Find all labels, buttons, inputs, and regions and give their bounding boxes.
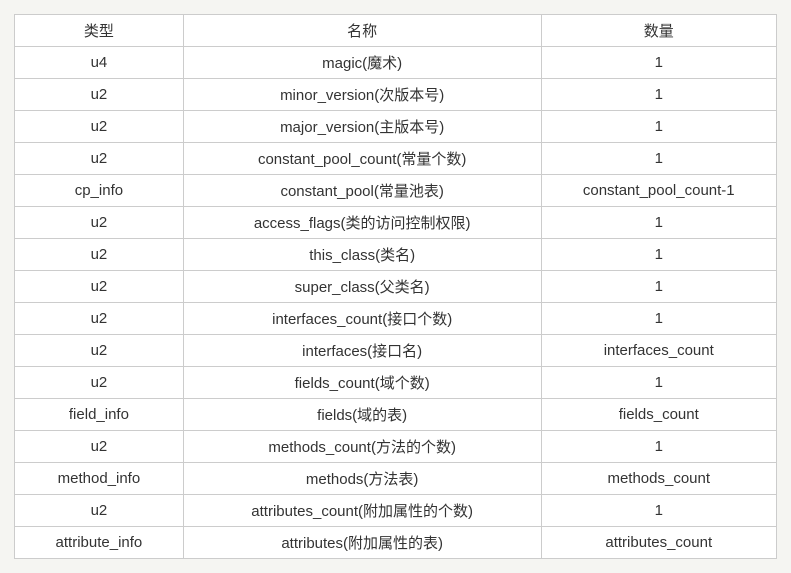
cell-type: u2 (15, 111, 184, 143)
header-quantity: 数量 (541, 15, 777, 47)
cell-type: u2 (15, 271, 184, 303)
cell-type: u2 (15, 207, 184, 239)
cell-type: u2 (15, 79, 184, 111)
cell-name: methods(方法表) (183, 463, 541, 495)
table-row: u2super_class(父类名)1 (15, 271, 777, 303)
cell-quantity: 1 (541, 47, 777, 79)
cell-name: attributes_count(附加属性的个数) (183, 495, 541, 527)
cell-name: this_class(类名) (183, 239, 541, 271)
cell-type: u2 (15, 239, 184, 271)
cell-quantity: 1 (541, 111, 777, 143)
cell-quantity: 1 (541, 143, 777, 175)
table-row: u2major_version(主版本号)1 (15, 111, 777, 143)
table-header-row: 类型 名称 数量 (15, 15, 777, 47)
cell-quantity: methods_count (541, 463, 777, 495)
table-row: u4magic(魔术)1 (15, 47, 777, 79)
table-row: u2methods_count(方法的个数)1 (15, 431, 777, 463)
table-row: field_infofields(域的表)fields_count (15, 399, 777, 431)
cell-type: u2 (15, 303, 184, 335)
cell-name: major_version(主版本号) (183, 111, 541, 143)
cell-quantity: attributes_count (541, 527, 777, 559)
cell-type: u4 (15, 47, 184, 79)
cell-name: magic(魔术) (183, 47, 541, 79)
cell-name: interfaces_count(接口个数) (183, 303, 541, 335)
cell-quantity: 1 (541, 431, 777, 463)
cell-type: u2 (15, 431, 184, 463)
cell-quantity: constant_pool_count-1 (541, 175, 777, 207)
cell-name: fields(域的表) (183, 399, 541, 431)
cell-name: fields_count(域个数) (183, 367, 541, 399)
cell-quantity: 1 (541, 239, 777, 271)
table-row: u2minor_version(次版本号)1 (15, 79, 777, 111)
cell-quantity: 1 (541, 271, 777, 303)
cell-quantity: 1 (541, 367, 777, 399)
table-row: u2attributes_count(附加属性的个数)1 (15, 495, 777, 527)
cell-type: attribute_info (15, 527, 184, 559)
table-row: u2constant_pool_count(常量个数)1 (15, 143, 777, 175)
table-row: u2fields_count(域个数)1 (15, 367, 777, 399)
cell-name: constant_pool(常量池表) (183, 175, 541, 207)
cell-quantity: 1 (541, 207, 777, 239)
header-type: 类型 (15, 15, 184, 47)
cell-type: cp_info (15, 175, 184, 207)
cell-name: super_class(父类名) (183, 271, 541, 303)
cell-quantity: 1 (541, 79, 777, 111)
cell-name: interfaces(接口名) (183, 335, 541, 367)
cell-name: access_flags(类的访问控制权限) (183, 207, 541, 239)
cell-name: constant_pool_count(常量个数) (183, 143, 541, 175)
class-file-structure-table: 类型 名称 数量 u4magic(魔术)1u2minor_version(次版本… (14, 14, 777, 559)
cell-type: method_info (15, 463, 184, 495)
table-row: u2access_flags(类的访问控制权限)1 (15, 207, 777, 239)
cell-quantity: 1 (541, 495, 777, 527)
table-row: u2interfaces(接口名)interfaces_count (15, 335, 777, 367)
cell-type: u2 (15, 335, 184, 367)
cell-name: methods_count(方法的个数) (183, 431, 541, 463)
table-row: cp_infoconstant_pool(常量池表)constant_pool_… (15, 175, 777, 207)
cell-type: field_info (15, 399, 184, 431)
cell-type: u2 (15, 143, 184, 175)
cell-quantity: interfaces_count (541, 335, 777, 367)
cell-type: u2 (15, 495, 184, 527)
table-body: u4magic(魔术)1u2minor_version(次版本号)1u2majo… (15, 47, 777, 559)
cell-name: minor_version(次版本号) (183, 79, 541, 111)
cell-quantity: fields_count (541, 399, 777, 431)
table-row: u2interfaces_count(接口个数)1 (15, 303, 777, 335)
table-row: method_infomethods(方法表)methods_count (15, 463, 777, 495)
cell-name: attributes(附加属性的表) (183, 527, 541, 559)
table-row: attribute_infoattributes(附加属性的表)attribut… (15, 527, 777, 559)
table-row: u2this_class(类名)1 (15, 239, 777, 271)
cell-quantity: 1 (541, 303, 777, 335)
cell-type: u2 (15, 367, 184, 399)
header-name: 名称 (183, 15, 541, 47)
